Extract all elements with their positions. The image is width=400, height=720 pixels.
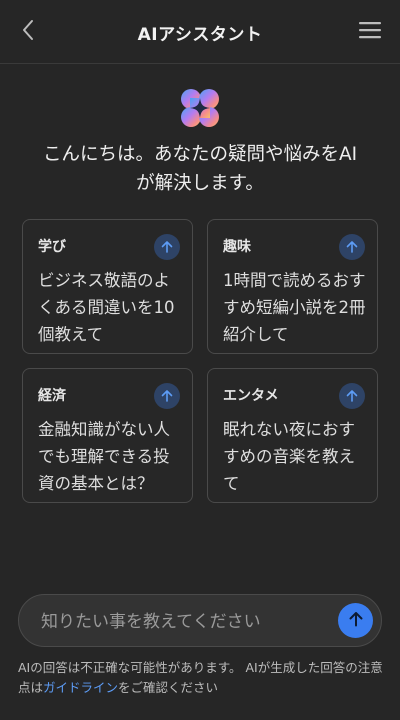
suggestion-card-learning[interactable]: 学び ビジネス敬語のよくある間違いを10個教えて	[22, 219, 193, 354]
arrow-up-icon	[154, 383, 180, 409]
guideline-link[interactable]: ガイドライン	[43, 680, 118, 695]
send-arrow-icon	[347, 610, 365, 632]
suggestion-card-entertainment[interactable]: エンタメ 眠れない夜におすすめの音楽を教えて	[207, 368, 378, 503]
card-category-label: 趣味	[223, 239, 251, 255]
hamburger-menu-icon	[358, 20, 382, 44]
card-category-label: 経済	[38, 388, 66, 404]
arrow-up-icon	[339, 383, 365, 409]
greeting-line-1: こんにちは。あなたの疑問や悩みをAI	[42, 144, 358, 165]
app-header: AIアシスタント	[0, 0, 400, 64]
menu-button[interactable]	[356, 18, 384, 46]
suggestion-card-hobby[interactable]: 趣味 1時間で読めるおすすめ短編小説を2冊紹介して	[207, 219, 378, 354]
greeting-message: こんにちは。あなたの疑問や悩みをAI が解決します。	[20, 140, 380, 198]
card-category-label: 学び	[38, 239, 66, 255]
disclaimer-tail: をご確認ください	[118, 680, 219, 695]
page-title: AIアシスタント	[137, 25, 263, 45]
chat-input-bar	[18, 594, 382, 648]
card-category-label: エンタメ	[223, 388, 279, 404]
disclaimer-text: AIの回答は不正確な可能性があります。 AIが生成した回答の注意点はガイドライン…	[18, 658, 388, 698]
card-prompt-text: 眠れない夜におすすめの音楽を教えて	[223, 420, 355, 493]
send-button[interactable]	[338, 603, 373, 638]
suggestion-card-economy[interactable]: 経済 金融知識がない人でも理解できる投資の基本とは？	[22, 368, 193, 503]
ai-sparkle-logo-icon	[180, 88, 220, 128]
greeting-line-2: が解決します。	[136, 173, 264, 194]
card-prompt-text: 1時間で読めるおすすめ短編小説を2冊紹介して	[223, 271, 366, 344]
arrow-up-icon	[339, 234, 365, 260]
chat-input[interactable]	[39, 595, 333, 648]
card-prompt-text: 金融知識がない人でも理解できる投資の基本とは？	[38, 420, 170, 493]
arrow-up-icon	[154, 234, 180, 260]
card-prompt-text: ビジネス敬語のよくある間違いを10個教えて	[38, 271, 175, 344]
